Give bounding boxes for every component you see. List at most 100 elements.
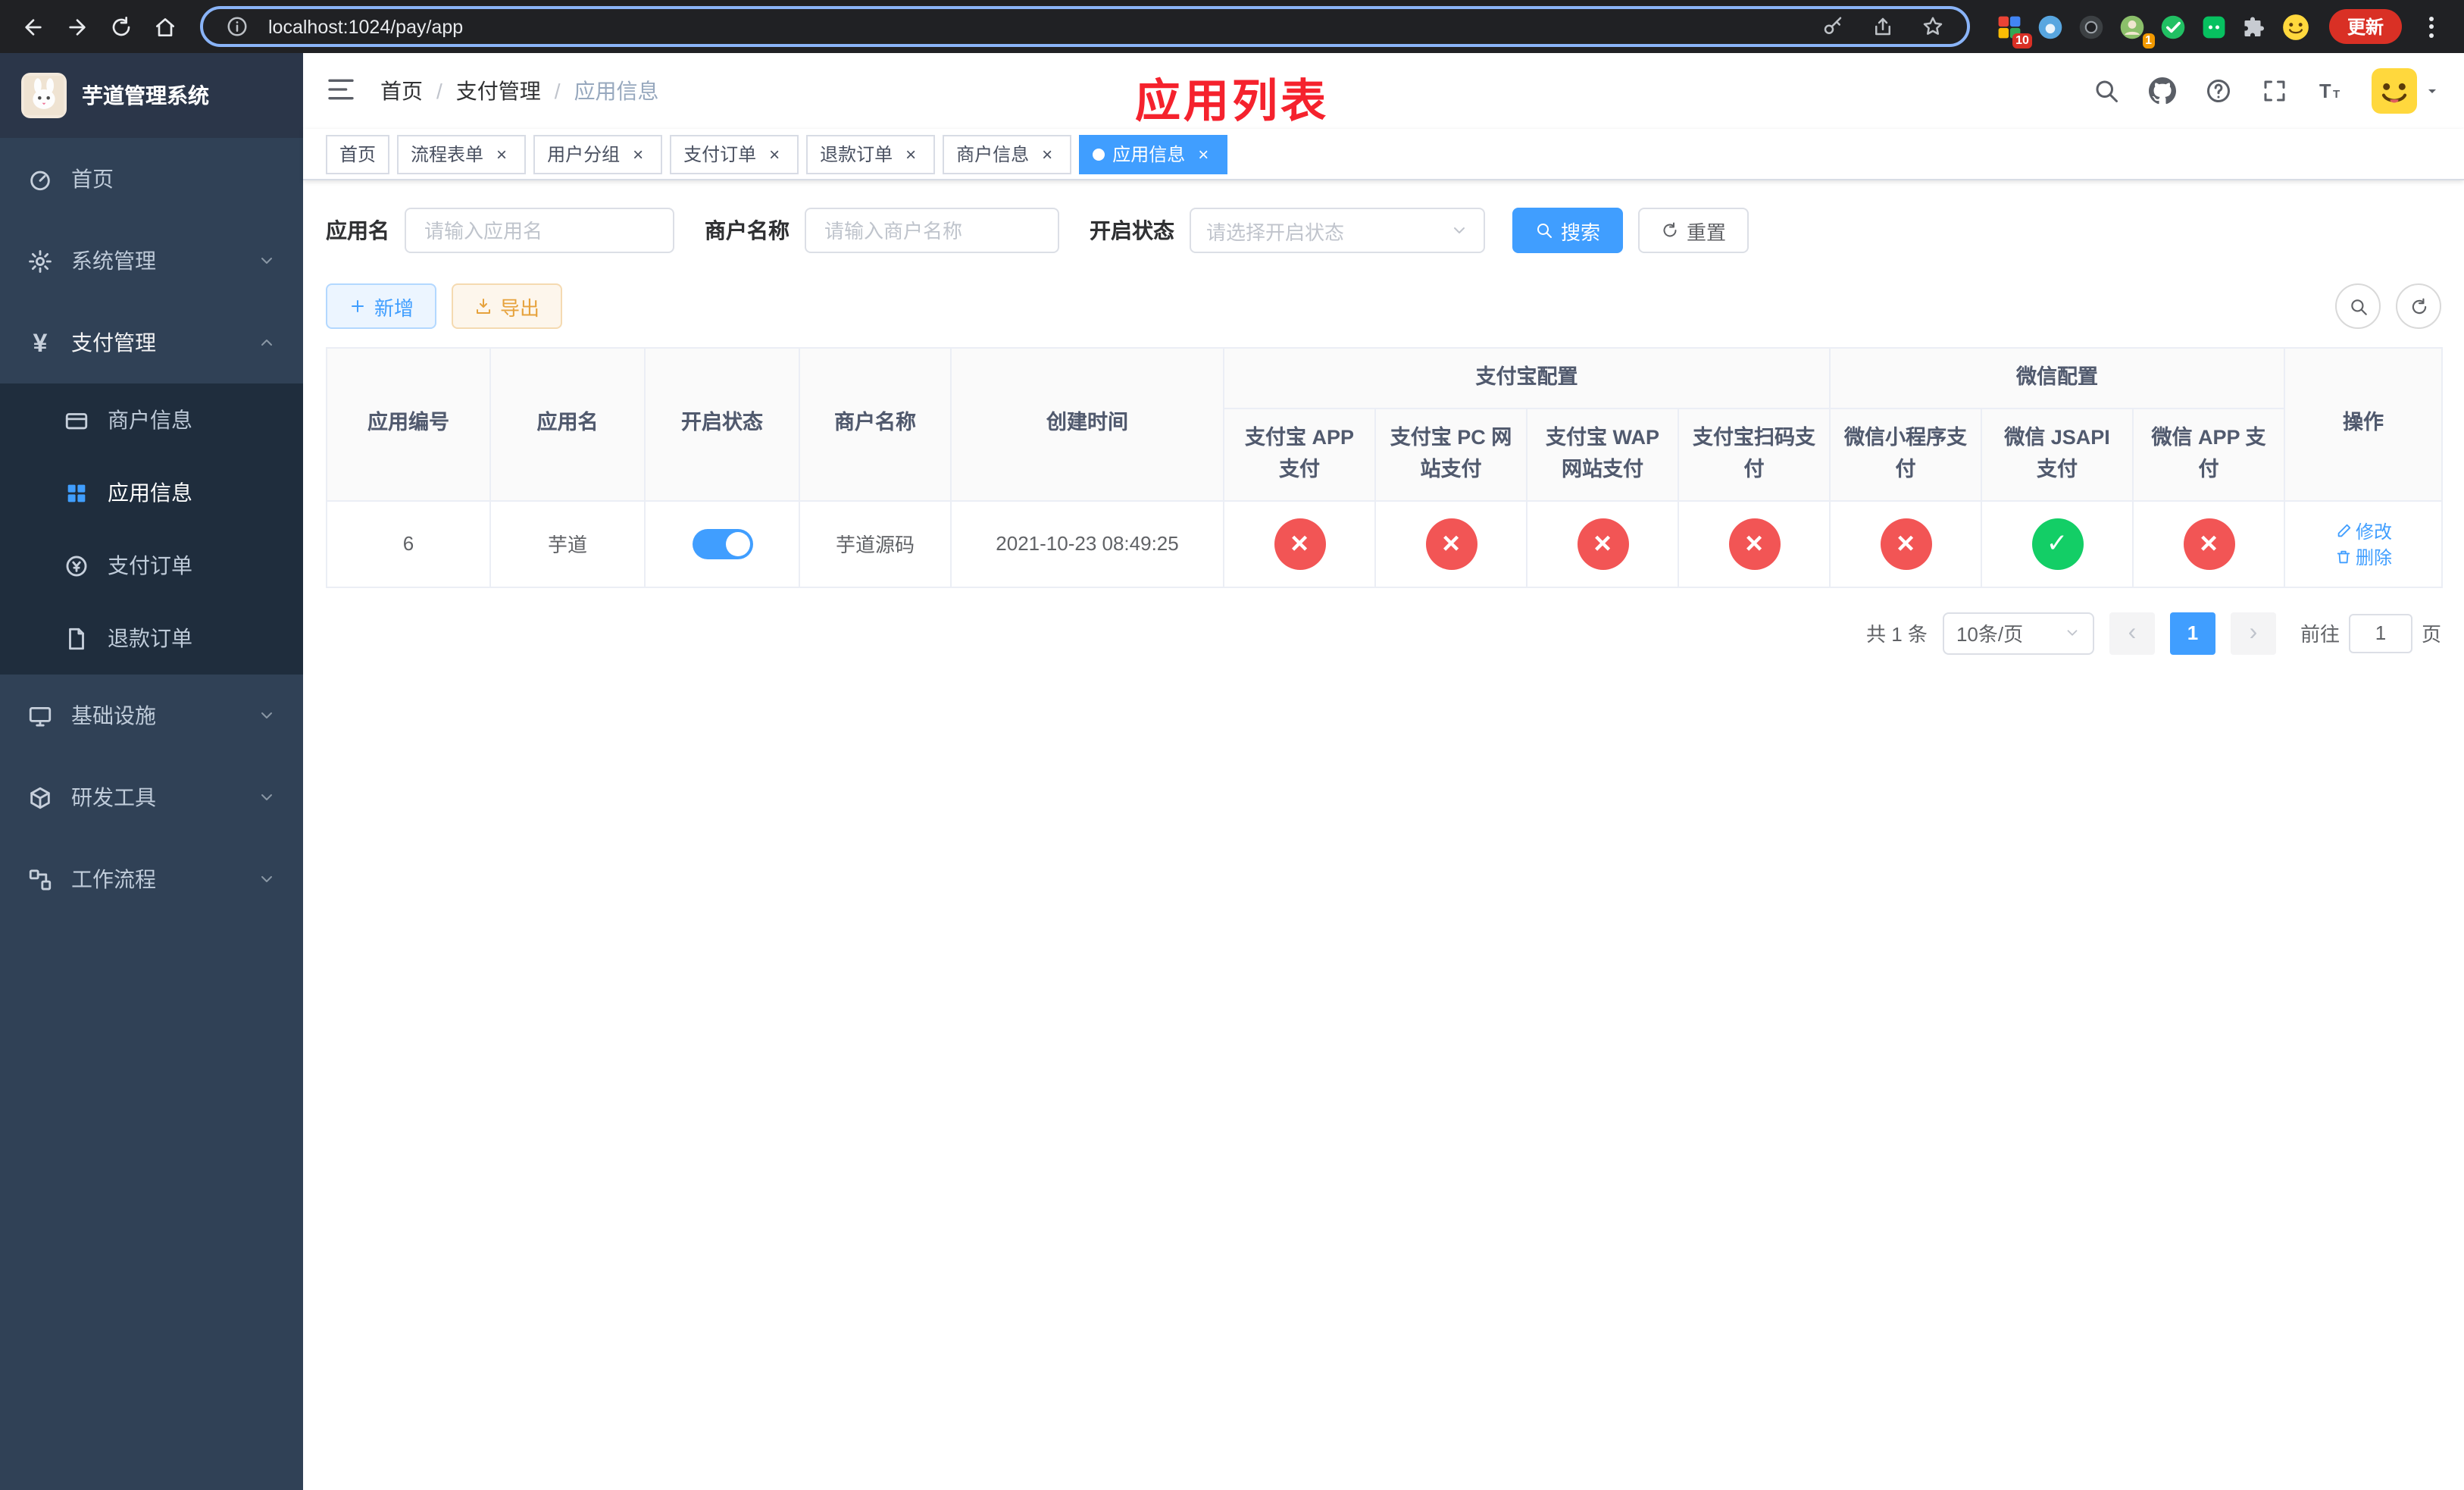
sidebar-logo-row[interactable]: 芋道管理系统 xyxy=(0,53,303,138)
reset-button[interactable]: 重置 xyxy=(1638,208,1750,253)
tab-user-group[interactable]: 用户分组 × xyxy=(533,134,663,174)
next-icon: › xyxy=(2249,619,2258,646)
column-header: 支付宝 WAP 网站支付 xyxy=(1526,407,1679,502)
page-size-value: 10条/页 xyxy=(1956,623,2024,646)
next-page-button[interactable]: › xyxy=(2230,612,2276,655)
sidebar-item-home[interactable]: 首页 xyxy=(0,138,303,220)
extension-avatar-icon[interactable]: 1 xyxy=(2117,11,2155,48)
browser-back-icon[interactable] xyxy=(12,6,53,47)
sidebar-item-refund-order[interactable]: 退款订单 xyxy=(0,602,303,675)
sidebar-item-dev-tools[interactable]: 研发工具 xyxy=(0,756,303,838)
toggle-search-button[interactable] xyxy=(2335,283,2381,329)
add-button[interactable]: 新增 xyxy=(326,283,437,329)
goto-page-input[interactable] xyxy=(2348,613,2412,653)
app-title: 芋道管理系统 xyxy=(82,83,209,108)
browser-reload-icon[interactable] xyxy=(100,6,141,47)
github-icon[interactable] xyxy=(2147,76,2178,106)
caret-down-icon xyxy=(2423,82,2441,100)
browser-menu-icon[interactable] xyxy=(2411,6,2452,47)
profile-avatar-icon[interactable] xyxy=(2281,11,2311,42)
tab-pay-order[interactable]: 支付订单 × xyxy=(670,134,799,174)
address-bar[interactable]: localhost:1024/pay/app xyxy=(200,6,1970,47)
status-select[interactable]: 请选择开启状态 xyxy=(1190,208,1485,253)
page-number-button[interactable]: 1 xyxy=(2169,612,2215,655)
extension-dark-icon[interactable] xyxy=(2076,11,2106,42)
browser-home-icon[interactable] xyxy=(144,6,185,47)
edit-link[interactable]: 修改 xyxy=(2334,518,2392,544)
goto-unit: 页 xyxy=(2421,623,2441,646)
close-icon[interactable]: × xyxy=(764,143,785,164)
app-name-input[interactable] xyxy=(405,208,674,253)
browser-update-button[interactable]: 更新 xyxy=(2328,9,2402,44)
refresh-table-button[interactable] xyxy=(2396,283,2441,329)
sidebar-item-label: 首页 xyxy=(71,167,114,191)
tab-home[interactable]: 首页 xyxy=(326,134,390,174)
search-icon[interactable] xyxy=(2091,76,2122,106)
active-dot xyxy=(1093,148,1105,160)
tab-merchant-info[interactable]: 商户信息 × xyxy=(943,134,1072,174)
export-button[interactable]: 导出 xyxy=(452,283,563,329)
column-header: 微信 APP 支付 xyxy=(2131,407,2286,502)
tab-refund-order[interactable]: 退款订单 × xyxy=(806,134,936,174)
sidebar-item-system[interactable]: 系统管理 xyxy=(0,220,303,302)
navbar: 首页 / 支付管理 / 应用信息 应用列表 T T xyxy=(303,53,2464,129)
search-button-label: 搜索 xyxy=(1561,221,1601,243)
add-button-label: 新增 xyxy=(374,296,414,319)
payment-submenu: 商户信息 应用信息 支付订单 退款订单 xyxy=(0,383,303,675)
column-header: 开启状态 xyxy=(644,347,800,502)
prev-page-button[interactable]: ‹ xyxy=(2109,612,2155,655)
breadcrumb-item[interactable]: 首页 xyxy=(380,76,423,106)
column-header: 支付宝 APP 支付 xyxy=(1223,407,1376,502)
tab-process-form[interactable]: 流程表单 × xyxy=(397,134,527,174)
bookmark-star-icon[interactable] xyxy=(1914,8,1952,45)
close-icon[interactable]: × xyxy=(900,143,921,164)
close-icon[interactable]: × xyxy=(1193,143,1214,164)
breadcrumb-item[interactable]: 支付管理 xyxy=(456,76,541,106)
close-icon[interactable]: × xyxy=(491,143,512,164)
extension-check-icon[interactable] xyxy=(2158,11,2188,42)
delete-link[interactable]: 删除 xyxy=(2334,544,2392,570)
table-toolbar: 新增 导出 xyxy=(326,283,2441,329)
font-size-icon[interactable]: TT xyxy=(2315,76,2346,106)
status-toggle[interactable] xyxy=(692,528,752,559)
help-icon[interactable] xyxy=(2203,76,2234,106)
extension-chat-icon[interactable] xyxy=(2199,11,2229,42)
merchant-name-input[interactable] xyxy=(805,208,1059,253)
sidebar-item-label: 工作流程 xyxy=(71,867,156,891)
navbar-actions: TT xyxy=(2091,68,2441,114)
search-button[interactable]: 搜索 xyxy=(1512,208,1624,253)
close-icon[interactable]: × xyxy=(1037,143,1058,164)
sidebar-item-label: 系统管理 xyxy=(71,249,156,273)
sidebar-item-app-info[interactable]: 应用信息 xyxy=(0,456,303,529)
sidebar-item-label: 支付管理 xyxy=(71,330,156,355)
sidebar-item-merchant-info[interactable]: 商户信息 xyxy=(0,383,303,456)
sidebar-item-pay-order[interactable]: 支付订单 xyxy=(0,529,303,602)
share-icon[interactable] xyxy=(1864,8,1902,45)
close-icon[interactable]: × xyxy=(627,143,649,164)
fullscreen-icon[interactable] xyxy=(2259,76,2290,106)
user-menu[interactable] xyxy=(2372,68,2441,114)
app-shell: 芋道管理系统 首页 系统管理 ¥ 支付管理 商户信息 应用信息 支付订单 退款订… xyxy=(0,53,2464,1490)
sidebar-item-workflow[interactable]: 工作流程 xyxy=(0,838,303,920)
chevron-down-icon xyxy=(258,870,276,888)
chevron-down-icon xyxy=(258,788,276,806)
sidebar-item-payment[interactable]: ¥ 支付管理 xyxy=(0,302,303,383)
tab-label: 支付订单 xyxy=(683,144,757,165)
sidebar-item-infra[interactable]: 基础设施 xyxy=(0,675,303,756)
sidebar: 芋道管理系统 首页 系统管理 ¥ 支付管理 商户信息 应用信息 支付订单 退款订… xyxy=(0,53,303,1490)
page-size-select[interactable]: 10条/页 xyxy=(1942,612,2094,655)
chevron-down-icon xyxy=(2067,630,2078,637)
tab-app-info[interactable]: 应用信息 × xyxy=(1079,134,1228,174)
sidebar-collapse-icon[interactable] xyxy=(326,74,359,108)
chevron-down-icon xyxy=(258,252,276,270)
refresh-icon xyxy=(2411,297,2426,314)
extension-badge: 1 xyxy=(2142,33,2155,48)
extensions-puzzle-icon[interactable] xyxy=(2240,11,2270,42)
sidebar-item-label: 退款订单 xyxy=(108,626,192,650)
password-key-icon[interactable] xyxy=(1814,8,1852,45)
extension-drop-icon[interactable] xyxy=(2035,11,2065,42)
extension-grid-icon[interactable]: 10 xyxy=(1994,11,2032,48)
edit-link-label: 修改 xyxy=(2356,521,2393,543)
browser-forward-icon[interactable] xyxy=(56,6,97,47)
site-info-icon[interactable] xyxy=(218,8,256,45)
